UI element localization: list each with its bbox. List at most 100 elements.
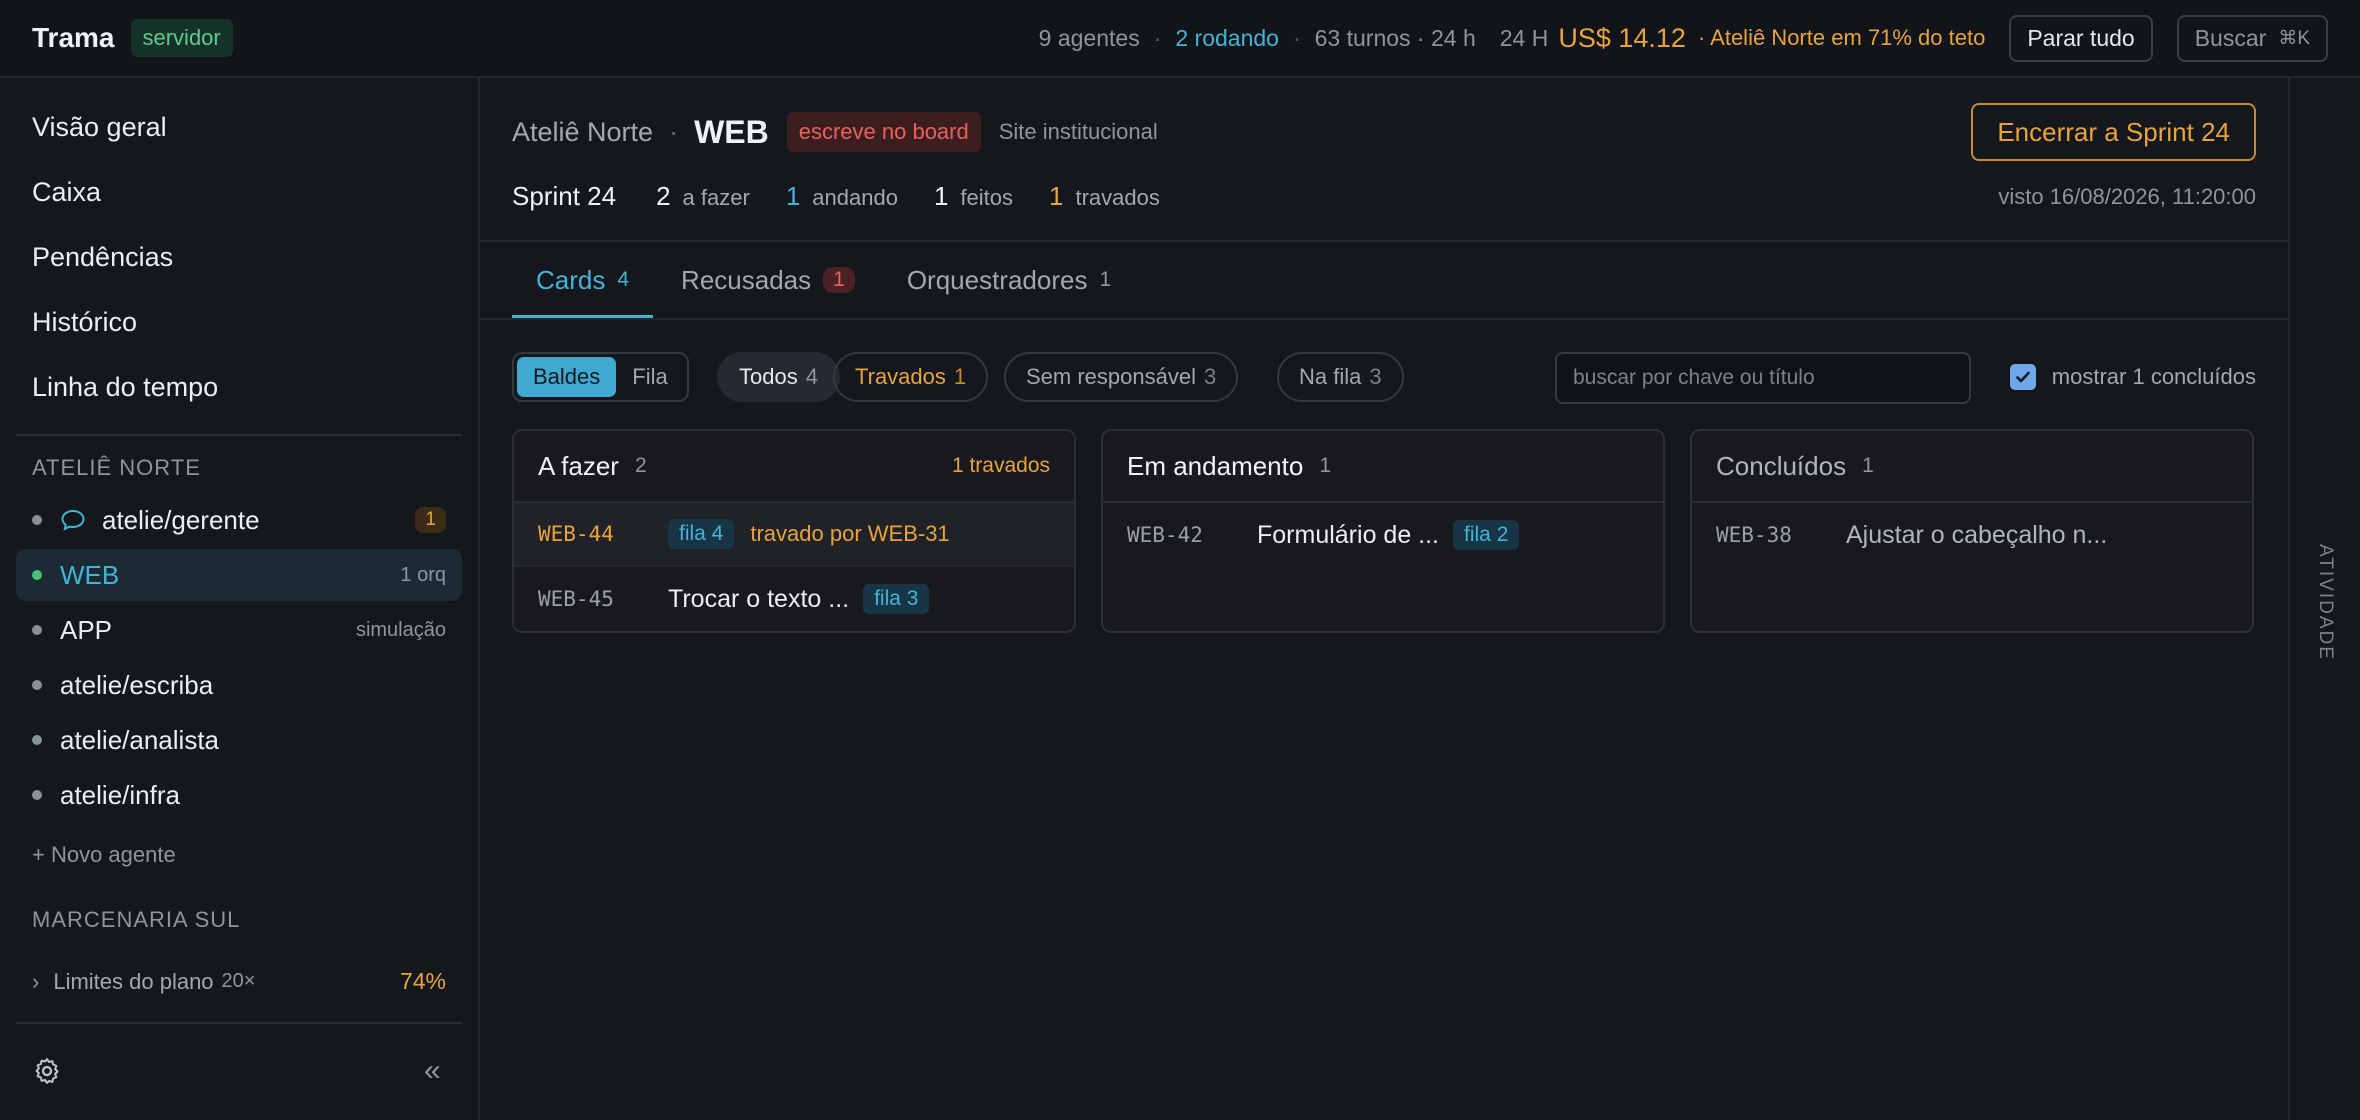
collapse-sidebar-icon[interactable]: « — [424, 1054, 441, 1088]
nav-history[interactable]: Histórico — [32, 307, 137, 338]
end-sprint-button[interactable]: Encerrar a Sprint 24 — [1971, 103, 2256, 161]
top-bar: Trama servidor 9 agentes · 2 rodando · 6… — [0, 0, 2360, 78]
stat-done: 1 feitos — [933, 181, 1013, 211]
tab-orchestrators[interactable]: Orquestradores 1 — [883, 242, 1135, 318]
column-header: Concluídos 1 — [1692, 431, 2252, 503]
tab-count: 1 — [823, 267, 855, 293]
search-button-label: Buscar — [2194, 24, 2267, 51]
queue-badge: fila 3 — [863, 584, 930, 614]
agent-name: atelie/gerente — [102, 504, 260, 535]
card-web-45[interactable]: WEB-45 Trocar o texto ... fila 3 — [514, 567, 1074, 631]
nav-overview[interactable]: Visão geral — [32, 112, 167, 143]
blocked-by-label[interactable]: travado por WEB-31 — [750, 521, 949, 547]
nav-pending[interactable]: Pendências — [32, 242, 173, 273]
agents-count: 9 agentes — [1038, 24, 1140, 51]
agent-meta: 1 orq — [400, 563, 446, 586]
agent-web[interactable]: WEB 1 orq — [16, 549, 462, 601]
column-done: Concluídos 1 WEB-38 Ajustar o cabeçalho … — [1690, 429, 2254, 633]
nav-inbox[interactable]: Caixa — [32, 177, 101, 208]
nav-timeline[interactable]: Linha do tempo — [32, 372, 218, 403]
agent-name: APP — [60, 614, 113, 645]
group-label-atelie: ATELIÊ NORTE — [32, 455, 201, 480]
card-title: Formulário de ... — [1257, 520, 1440, 549]
project-subtitle: Site institucional — [998, 119, 1158, 144]
card-search-input[interactable] — [1555, 352, 1971, 404]
status-dot — [32, 680, 42, 690]
cost-value: US$ 14.12 — [1558, 22, 1686, 53]
agent-name: atelie/infra — [60, 779, 180, 810]
sidebar: Visão geral Caixa Pendências Histórico L… — [0, 78, 480, 1120]
page-header: Ateliê Norte · WEB escreve no board Site… — [512, 112, 1158, 152]
tab-cards[interactable]: Cards 4 — [512, 242, 654, 318]
plan-label: Limites do plano — [53, 968, 214, 994]
card-title: Trocar o texto ... — [668, 584, 850, 613]
show-done-checkbox[interactable] — [2009, 364, 2036, 390]
activity-rail[interactable]: ATIVIDADE — [2288, 78, 2360, 1120]
stop-all-button[interactable]: Parar tudo — [2009, 14, 2153, 62]
stat-in-progress: 1 andando — [785, 181, 898, 211]
breadcrumb-org[interactable]: Ateliê Norte — [512, 117, 653, 148]
tab-bar: Cards 4 Recusadas 1 Orquestradores 1 — [512, 242, 1139, 318]
last-seen: visto 16/08/2026, 11:20:00 — [1998, 184, 2256, 209]
gear-icon[interactable] — [32, 1056, 62, 1086]
search-button[interactable]: Buscar ⌘K — [2176, 14, 2328, 62]
agent-app[interactable]: APP simulação — [16, 604, 462, 656]
filter-bar: Baldes Fila Todos 4 Travados 1 Sem respo… — [512, 352, 2256, 404]
filter-all[interactable]: Todos 4 — [717, 352, 840, 402]
agent-meta: simulação — [355, 618, 446, 641]
status-dot — [32, 790, 42, 800]
card-key: WEB-45 — [538, 587, 614, 611]
stat-todo: 2 a fazer — [656, 181, 750, 211]
column-header: A fazer 2 1 travados — [514, 431, 1074, 503]
cost-label: 24 H — [1499, 24, 1549, 51]
tab-count: 1 — [1099, 268, 1112, 291]
activity-label: ATIVIDADE — [2315, 544, 2336, 661]
filter-unassigned[interactable]: Sem responsável 3 — [1004, 352, 1239, 402]
agent-atelie-analista[interactable]: atelie/analista — [16, 714, 462, 766]
agent-name: atelie/escriba — [60, 669, 214, 700]
column-count: 2 — [634, 454, 647, 477]
stat-blocked: 1 travados — [1049, 181, 1160, 211]
server-badge: servidor — [130, 19, 233, 57]
column-title: Em andamento — [1127, 450, 1304, 481]
queue-badge: fila 2 — [1453, 520, 1520, 550]
search-shortcut: ⌘K — [2278, 27, 2310, 49]
app-brand: Trama — [32, 22, 115, 53]
view-toggle: Baldes Fila — [512, 352, 689, 402]
column-blocked-count: 1 travados — [951, 454, 1050, 477]
status-dot — [32, 735, 42, 745]
new-agent-link[interactable]: + Novo agente — [32, 842, 176, 868]
plan-limits[interactable]: › Limites do plano 20× 74% — [32, 968, 446, 995]
cost-warning: · Ateliê Norte em 71% do teto — [1697, 25, 1986, 50]
agent-atelie-infra[interactable]: atelie/infra — [16, 769, 462, 821]
queue-badge: fila 4 — [668, 519, 735, 549]
column-todo: A fazer 2 1 travados WEB-44 fila 4 trava… — [512, 429, 1076, 633]
card-key: WEB-38 — [1716, 523, 1792, 547]
main-panel: Ateliê Norte · WEB escreve no board Site… — [480, 78, 2288, 1120]
card-key: WEB-44 — [538, 522, 614, 546]
show-done-toggle[interactable]: mostrar 1 concluídos — [2009, 364, 2256, 390]
running-count[interactable]: 2 rodando — [1175, 25, 1279, 52]
plan-multiplier: 20× — [221, 970, 256, 992]
view-queue[interactable]: Fila — [616, 357, 683, 397]
filter-blocked[interactable]: Travados 1 — [833, 352, 989, 402]
view-buckets[interactable]: Baldes — [517, 357, 617, 397]
page-title: WEB — [694, 113, 769, 150]
column-title: Concluídos — [1716, 450, 1847, 481]
top-status: 9 agentes · 2 rodando · 63 turnos · 24 h… — [1038, 14, 2328, 62]
turns-count: 63 turnos · 24 h — [1314, 24, 1476, 51]
column-header: Em andamento 1 — [1103, 431, 1663, 503]
status-dot — [32, 515, 42, 525]
card-web-38[interactable]: WEB-38 Ajustar o cabeçalho n... — [1692, 503, 2252, 567]
card-key: WEB-42 — [1127, 523, 1203, 547]
agent-atelie-gerente[interactable]: atelie/gerente 1 — [16, 494, 462, 546]
agent-atelie-escriba[interactable]: atelie/escriba — [16, 659, 462, 711]
card-title: Ajustar o cabeçalho n... — [1846, 520, 2108, 549]
chat-icon — [61, 509, 85, 531]
column-count: 1 — [1319, 454, 1332, 477]
card-web-44[interactable]: WEB-44 fila 4 travado por WEB-31 — [514, 503, 1074, 567]
card-web-42[interactable]: WEB-42 Formulário de ... fila 2 — [1103, 503, 1663, 567]
column-title: A fazer — [538, 450, 619, 481]
filter-queued[interactable]: Na fila 3 — [1277, 352, 1404, 402]
tab-rejected[interactable]: Recusadas 1 — [657, 242, 879, 318]
